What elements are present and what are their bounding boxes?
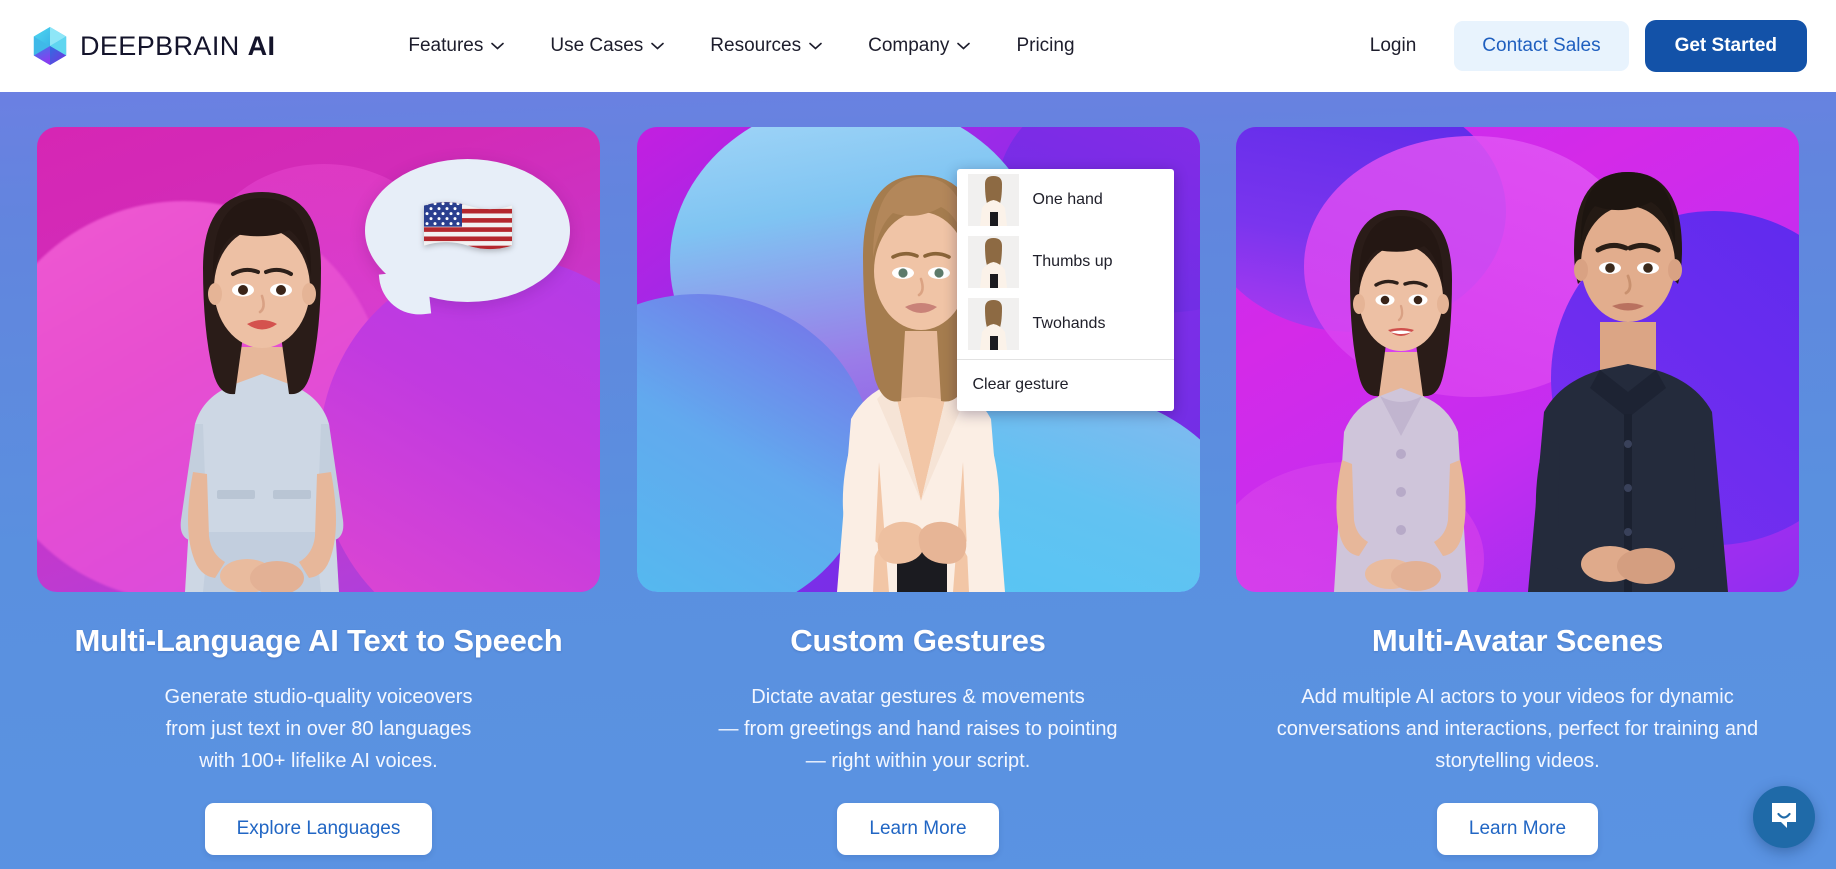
feature-card-custom-gestures: One hand Thumbs up Twohands Clear gestur… xyxy=(636,127,1200,855)
feature-card-grid: Multi-Language AI Text to Speech Generat… xyxy=(37,127,1799,855)
gesture-label: One hand xyxy=(1032,191,1103,208)
card-media-1[interactable] xyxy=(37,127,600,592)
header-actions: Login Contact Sales Get Started xyxy=(1354,20,1807,72)
desc-line: with 100+ lifelike AI voices. xyxy=(199,750,438,772)
chat-launcher-button[interactable] xyxy=(1753,786,1815,848)
deepbrain-cube-icon xyxy=(31,25,69,67)
gesture-thumbnail xyxy=(967,298,1019,350)
nav-label: Resources xyxy=(710,35,802,56)
nav-item-features[interactable]: Features xyxy=(385,25,527,67)
nav-label: Pricing xyxy=(1016,35,1075,56)
nav-label: Use Cases xyxy=(550,35,644,56)
desc-line: from just text in over 80 languages xyxy=(165,718,472,740)
explore-languages-button[interactable]: Explore Languages xyxy=(204,803,433,855)
us-flag-emoji xyxy=(422,199,514,257)
gesture-label: Twohands xyxy=(1032,315,1106,332)
desc-line: Add multiple AI actors to your videos fo… xyxy=(1301,686,1734,708)
chevron-down-icon xyxy=(651,42,665,50)
learn-more-button-scenes[interactable]: Learn More xyxy=(1436,803,1599,855)
card-media-2[interactable]: One hand Thumbs up Twohands Clear gestur… xyxy=(636,127,1200,592)
gesture-dropdown-menu[interactable]: One hand Thumbs up Twohands Clear gestur… xyxy=(956,169,1174,411)
gesture-thumbnail xyxy=(967,174,1019,226)
card-description: Generate studio-quality voiceovers from … xyxy=(165,681,473,777)
contact-sales-button[interactable]: Contact Sales xyxy=(1454,21,1629,71)
gesture-thumbnail xyxy=(967,236,1019,288)
desc-line: — right within your script. xyxy=(805,750,1031,772)
feature-card-multi-language-tts: Multi-Language AI Text to Speech Generat… xyxy=(37,127,600,855)
nav-item-company[interactable]: Company xyxy=(845,25,993,67)
get-started-button[interactable]: Get Started xyxy=(1644,20,1807,72)
gesture-option-twohands[interactable]: Twohands xyxy=(957,293,1174,355)
card-title: Multi-Avatar Scenes xyxy=(1371,623,1664,658)
gesture-option-thumbs-up[interactable]: Thumbs up xyxy=(957,231,1174,293)
card-title: Multi-Language AI Text to Speech xyxy=(74,623,563,658)
chevron-down-icon xyxy=(491,42,505,50)
brand-name: DEEPBRAIN AI xyxy=(80,30,276,61)
desc-line: conversations and interactions, perfect … xyxy=(1276,718,1759,740)
card-description: Add multiple AI actors to your videos fo… xyxy=(1277,681,1758,777)
desc-line: Generate studio-quality voiceovers xyxy=(164,686,473,708)
card-title: Custom Gestures xyxy=(790,623,1046,658)
desc-line: — from greetings and hand raises to poin… xyxy=(718,718,1118,740)
speech-bubble xyxy=(365,159,570,302)
nav-label: Company xyxy=(868,35,950,56)
chevron-down-icon xyxy=(957,42,971,50)
site-header: DEEPBRAIN AI Features Use Cases Resource… xyxy=(0,0,1836,92)
chevron-down-icon xyxy=(809,42,822,50)
desc-line: Dictate avatar gestures & movements xyxy=(751,686,1085,708)
page-root: DEEPBRAIN AI Features Use Cases Resource… xyxy=(0,0,1836,869)
nav-label: Features xyxy=(408,35,484,56)
card-media-3[interactable] xyxy=(1236,127,1799,592)
avatar-man-navy-shirt xyxy=(1528,172,1728,592)
desc-line: storytelling videos. xyxy=(1435,750,1600,772)
login-link[interactable]: Login xyxy=(1354,25,1433,67)
card-description: Dictate avatar gestures & movements — fr… xyxy=(718,681,1117,777)
learn-more-button-gestures[interactable]: Learn More xyxy=(837,803,999,855)
hero-section: Multi-Language AI Text to Speech Generat… xyxy=(0,92,1836,869)
nav-item-use-cases[interactable]: Use Cases xyxy=(527,25,687,67)
clear-gesture-option[interactable]: Clear gesture xyxy=(957,360,1174,411)
nav-item-resources[interactable]: Resources xyxy=(687,25,845,67)
gesture-option-one-hand[interactable]: One hand xyxy=(957,169,1174,231)
nav-item-pricing[interactable]: Pricing xyxy=(993,25,1097,67)
main-navigation: Features Use Cases Resources Company Pri… xyxy=(385,25,1097,67)
gesture-label: Thumbs up xyxy=(1032,253,1113,270)
brand-logo[interactable]: DEEPBRAIN AI xyxy=(31,25,275,67)
chat-bubble-icon xyxy=(1769,800,1799,835)
feature-card-multi-avatar-scenes: Multi-Avatar Scenes Add multiple AI acto… xyxy=(1236,127,1799,855)
